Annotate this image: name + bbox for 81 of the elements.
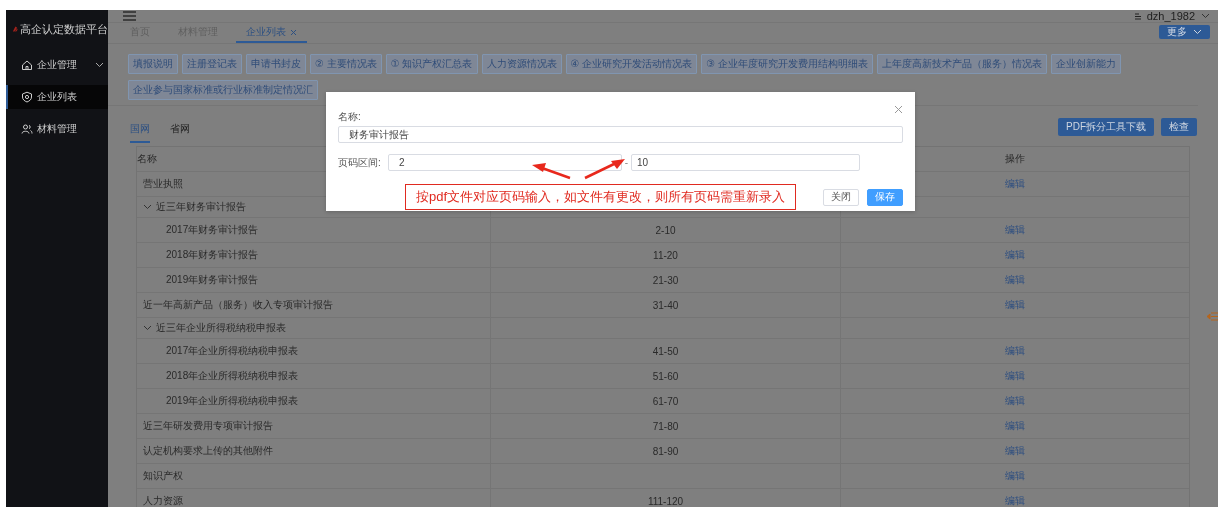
sidebar-item[interactable]: 企业管理: [6, 53, 108, 77]
field-label: 页码区间:: [338, 155, 382, 170]
table-cell: 2018年企业所得税纳税申报表: [166, 369, 299, 383]
page-to-field[interactable]: 10: [631, 154, 860, 171]
form-button[interactable]: ② 主要情况表: [310, 54, 382, 74]
edit-link[interactable]: 编辑: [1005, 469, 1025, 483]
chevron-down-icon: [1193, 29, 1202, 35]
table-cell: 2018年财务审计报告: [166, 248, 259, 262]
table-cell: 11-20: [653, 249, 678, 261]
table-cell: 人力资源: [143, 494, 183, 507]
save-button[interactable]: 保存: [867, 188, 903, 206]
table-cell: 营业执照: [143, 177, 183, 191]
table-cell: 知识产权: [143, 469, 183, 483]
column-header: 操作: [1005, 152, 1025, 166]
form-button[interactable]: 人力资源情况表: [481, 54, 562, 74]
sidebar-item[interactable]: 企业列表: [6, 85, 108, 109]
chevron-down-icon[interactable]: [143, 204, 152, 210]
annotation-note: 按pdf文件对应页码输入，如文件有更改，则所有页码需重新录入: [405, 184, 797, 210]
sidebar-item[interactable]: 材料管理: [6, 117, 108, 141]
form-button[interactable]: ③ 企业年度研究开发费用结构明细表: [701, 54, 873, 74]
people-icon: [21, 123, 33, 135]
table-cell: 61-70: [652, 395, 679, 407]
table-cell: 2017年财务审计报告: [166, 223, 259, 237]
edit-link[interactable]: 编辑: [1005, 444, 1025, 458]
edit-link[interactable]: 编辑: [1005, 394, 1025, 408]
home-icon: [21, 59, 33, 71]
edit-link[interactable]: 编辑: [1005, 494, 1025, 507]
table-cell: 2019年财务审计报告: [166, 273, 259, 287]
page-from-field[interactable]: 2: [388, 154, 622, 171]
edit-link[interactable]: 编辑: [1005, 177, 1025, 191]
edit-link[interactable]: 编辑: [1005, 369, 1025, 383]
app-title: 高企认定数据平台: [20, 21, 108, 37]
table-cell: 21-30: [652, 274, 679, 286]
table-cell: 71-80: [652, 420, 679, 432]
chevron-down-icon: [1201, 13, 1210, 19]
close-icon: [290, 28, 297, 36]
edit-link[interactable]: 编辑: [1005, 223, 1025, 237]
chevron-down-icon[interactable]: [143, 325, 152, 331]
table-cell: 81-90: [652, 445, 679, 457]
region-tab[interactable]: 省网: [170, 122, 190, 143]
close-icon[interactable]: [894, 105, 903, 114]
column-header: 名称: [137, 152, 157, 166]
more-button[interactable]: 更多: [1159, 25, 1210, 39]
form-button[interactable]: 企业创新能力: [1051, 54, 1121, 74]
table-cell: 41-50: [652, 345, 679, 357]
page-tab[interactable]: 企业列表: [236, 23, 307, 43]
table-cell: 2019年企业所得税纳税申报表: [166, 394, 299, 408]
table-cell: 111-120: [647, 495, 684, 507]
table-cell: 近三年财务审计报告: [156, 200, 246, 214]
edit-link[interactable]: 编辑: [1005, 344, 1025, 358]
close-button[interactable]: 关闭: [823, 188, 859, 206]
edit-link[interactable]: 编辑: [1005, 419, 1025, 433]
table-cell: 近三年研发费用专项审计报告: [143, 419, 273, 433]
lines-icon: [1134, 12, 1141, 20]
table-cell: 31-40: [652, 299, 679, 311]
table-cell: 2-10: [655, 224, 676, 236]
form-button[interactable]: 注册登记表: [182, 54, 242, 74]
edit-link[interactable]: 编辑: [1005, 298, 1025, 312]
form-button[interactable]: 填报说明: [128, 54, 178, 74]
user-menu[interactable]: dzh_1982: [1134, 10, 1210, 22]
chevron-down-icon: [95, 62, 104, 68]
annotation-arrow: [532, 163, 571, 180]
side-handle-icon: [1207, 312, 1218, 321]
field-label: 名称:: [338, 110, 362, 124]
table-cell: 2017年企业所得税纳税申报表: [166, 344, 299, 358]
form-button[interactable]: 申请书封皮: [246, 54, 306, 74]
edit-link[interactable]: 编辑: [1005, 248, 1025, 262]
form-button[interactable]: 企业参与国家标准或行业标准制定情况汇: [128, 80, 318, 100]
action-button[interactable]: PDF拆分工具下载: [1058, 118, 1154, 136]
menu-icon: [123, 11, 136, 21]
region-tab[interactable]: 国网: [130, 122, 150, 143]
action-button[interactable]: 检查: [1161, 118, 1197, 136]
form-button[interactable]: ④ 企业研究开发活动情况表: [565, 54, 698, 74]
name-field[interactable]: 财务审计报告: [338, 126, 903, 143]
shield-icon: [21, 91, 33, 103]
table-cell: 近三年企业所得税纳税申报表: [156, 321, 286, 335]
form-button[interactable]: ① 知识产权汇总表: [385, 54, 478, 74]
table-cell: 51-60: [652, 370, 679, 382]
edit-link[interactable]: 编辑: [1005, 273, 1025, 287]
annotation-arrow: [584, 159, 625, 180]
range-separator: -: [623, 157, 630, 168]
